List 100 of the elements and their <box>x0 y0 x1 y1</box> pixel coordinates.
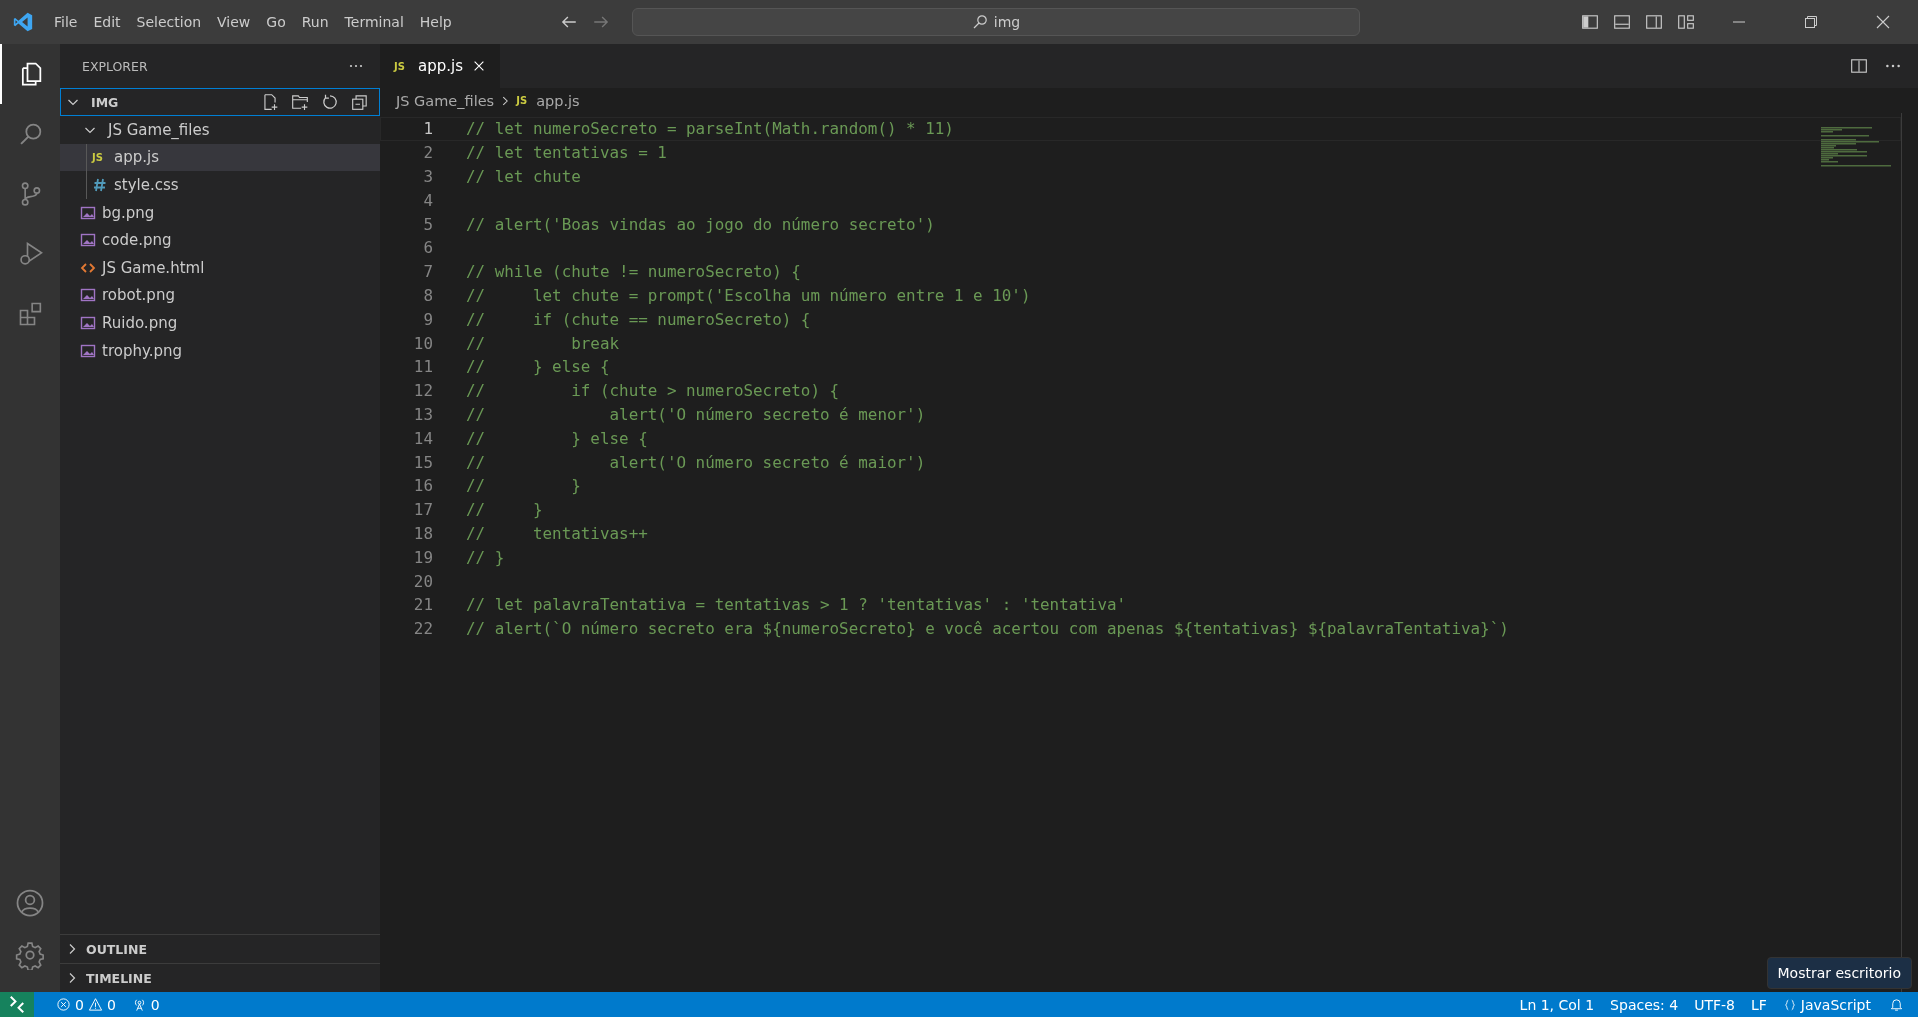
line-number: 20 <box>412 571 433 591</box>
menu-item[interactable]: Help <box>411 14 460 30</box>
line-number: 7 <box>422 262 433 282</box>
line-number: 2 <box>422 143 433 163</box>
line-number: 13 <box>412 404 433 424</box>
status-item[interactable]: LF <box>1742 996 1775 1013</box>
folder-name[interactable]: IMG <box>91 94 119 110</box>
code-line: // let numeroSecreto = parseInt(Math.random() * 11) <box>466 119 954 139</box>
line-number: 21 <box>412 595 433 615</box>
hash-icon <box>92 177 108 193</box>
line-number: 17 <box>412 500 433 520</box>
line-number: 1 <box>422 119 433 139</box>
bell-icon[interactable] <box>1889 997 1904 1012</box>
code-line: // } else { <box>466 357 610 377</box>
minimap-drawing <box>1821 127 1891 167</box>
line-number: 15 <box>412 452 433 472</box>
line-number: 4 <box>422 190 433 210</box>
editor-tab[interactable]: JS app.js <box>380 44 500 88</box>
collapse-all-icon[interactable] <box>351 93 369 111</box>
code-line: // let chute = prompt('Escolha um número entre 1 e 10') <box>466 285 1031 305</box>
braces-icon <box>1782 997 1797 1012</box>
code-line: // tentativas++ <box>466 523 648 543</box>
code-line: // while (chute != numeroSecreto) { <box>466 262 801 282</box>
status-item[interactable]: JavaScript <box>1774 996 1879 1013</box>
search-icon <box>971 14 988 30</box>
menu-item[interactable]: Run <box>293 14 337 30</box>
image-file-icon <box>80 232 96 249</box>
settings-icon[interactable] <box>15 940 45 970</box>
line-number: 8 <box>422 285 433 305</box>
tree-item[interactable]: bg.png <box>60 198 380 227</box>
warning-icon <box>87 997 103 1012</box>
line-number: 19 <box>412 547 433 567</box>
tree-item[interactable]: JS Game_files <box>60 116 380 144</box>
line-number: 16 <box>412 476 433 496</box>
code-line: // } <box>466 476 581 496</box>
code-line: // break <box>466 333 620 353</box>
tree-item[interactable]: style.css <box>60 171 380 199</box>
play-bug-icon[interactable] <box>17 240 45 268</box>
code-line: // let tentativas = 1 <box>466 143 667 163</box>
line-number: 18 <box>412 523 433 543</box>
tree-item[interactable]: JS Game.html <box>60 253 380 282</box>
code-line: // } <box>466 547 505 567</box>
js-file-icon: JS <box>394 60 410 72</box>
breadcrumb-item[interactable]: JS app.js <box>516 92 580 109</box>
line-number: 10 <box>412 333 433 353</box>
code-line: // alert(`O número secreto era ${numeroSecreto} e você acertou com apenas ${tentativas} ${palavraTentativa}`) <box>466 619 1509 639</box>
status-item[interactable]: Ln 1, Col 1 <box>1511 996 1603 1013</box>
image-file-icon <box>80 314 96 331</box>
split-editor-icon[interactable] <box>1850 57 1868 75</box>
breadcrumb-item[interactable]: JS Game_files <box>396 92 495 109</box>
folder-header[interactable]: IMG <box>60 88 380 116</box>
refresh-icon[interactable] <box>321 93 339 111</box>
tree-item[interactable]: code.png <box>60 226 380 254</box>
line-number: 14 <box>412 428 433 448</box>
search-field[interactable]: img <box>632 8 1360 36</box>
account-icon[interactable] <box>15 888 45 918</box>
menu-item[interactable]: File <box>46 14 86 30</box>
menu-item[interactable]: Selection <box>128 14 210 30</box>
tree-item[interactable]: trophy.png <box>60 336 380 365</box>
error-icon <box>56 997 71 1012</box>
new-folder-icon[interactable] <box>291 93 309 111</box>
new-file-icon[interactable] <box>261 93 279 111</box>
menu-item[interactable]: Go <box>258 14 294 30</box>
code-line: // alert('O número secreto é menor') <box>466 404 926 424</box>
line-number: 9 <box>422 309 433 329</box>
menu-item[interactable]: Edit <box>85 14 129 30</box>
js-file-icon: JS <box>516 95 533 106</box>
line-number: 12 <box>412 381 433 401</box>
problems-status[interactable]: 0 0 <box>48 996 124 1013</box>
restore-icon[interactable] <box>1803 14 1819 30</box>
panel-layout-icon[interactable] <box>1613 13 1631 31</box>
section-header[interactable]: OUTLINE <box>60 934 380 963</box>
status-item[interactable]: UTF-8 <box>1686 996 1743 1013</box>
code-line: // let palavraTentativa = tentativas > 1 ? 'tentativas' : 'tentativa' <box>466 595 1127 615</box>
ports-status[interactable]: 0 <box>123 996 168 1013</box>
close-tab-icon[interactable] <box>472 59 486 73</box>
secondary-sidebar-icon[interactable] <box>1645 13 1663 31</box>
image-file-icon <box>80 204 96 221</box>
menu-item[interactable]: Terminal <box>336 14 412 30</box>
code-line: // if (chute > numeroSecreto) { <box>466 381 840 401</box>
image-file-icon <box>80 342 96 359</box>
tree-item[interactable]: robot.png <box>60 281 380 310</box>
status-item[interactable]: Spaces: 4 <box>1602 996 1687 1013</box>
app-logo-icon <box>12 11 34 33</box>
sidebar-layout-icon[interactable] <box>1581 13 1599 31</box>
line-number: 3 <box>422 167 433 186</box>
code-line: // alert('Boas vindas ao jogo do número secreto') <box>466 214 935 234</box>
remote-icon[interactable] <box>0 992 34 1017</box>
code-line: // } else { <box>466 428 648 448</box>
line-number: 5 <box>422 214 433 234</box>
code-line: // let chute <box>466 167 581 186</box>
js-file-icon: JS <box>92 151 108 163</box>
tree-item[interactable]: Ruido.png <box>60 309 380 337</box>
tree-item[interactable]: JS app.js <box>60 143 380 172</box>
close-icon[interactable] <box>1875 14 1891 30</box>
customize-layout-icon[interactable] <box>1677 13 1695 31</box>
line-number: 6 <box>422 238 433 258</box>
menu-item[interactable]: View <box>209 14 259 30</box>
code-line: // if (chute == numeroSecreto) { <box>466 309 811 329</box>
line-number: 11 <box>412 357 433 377</box>
